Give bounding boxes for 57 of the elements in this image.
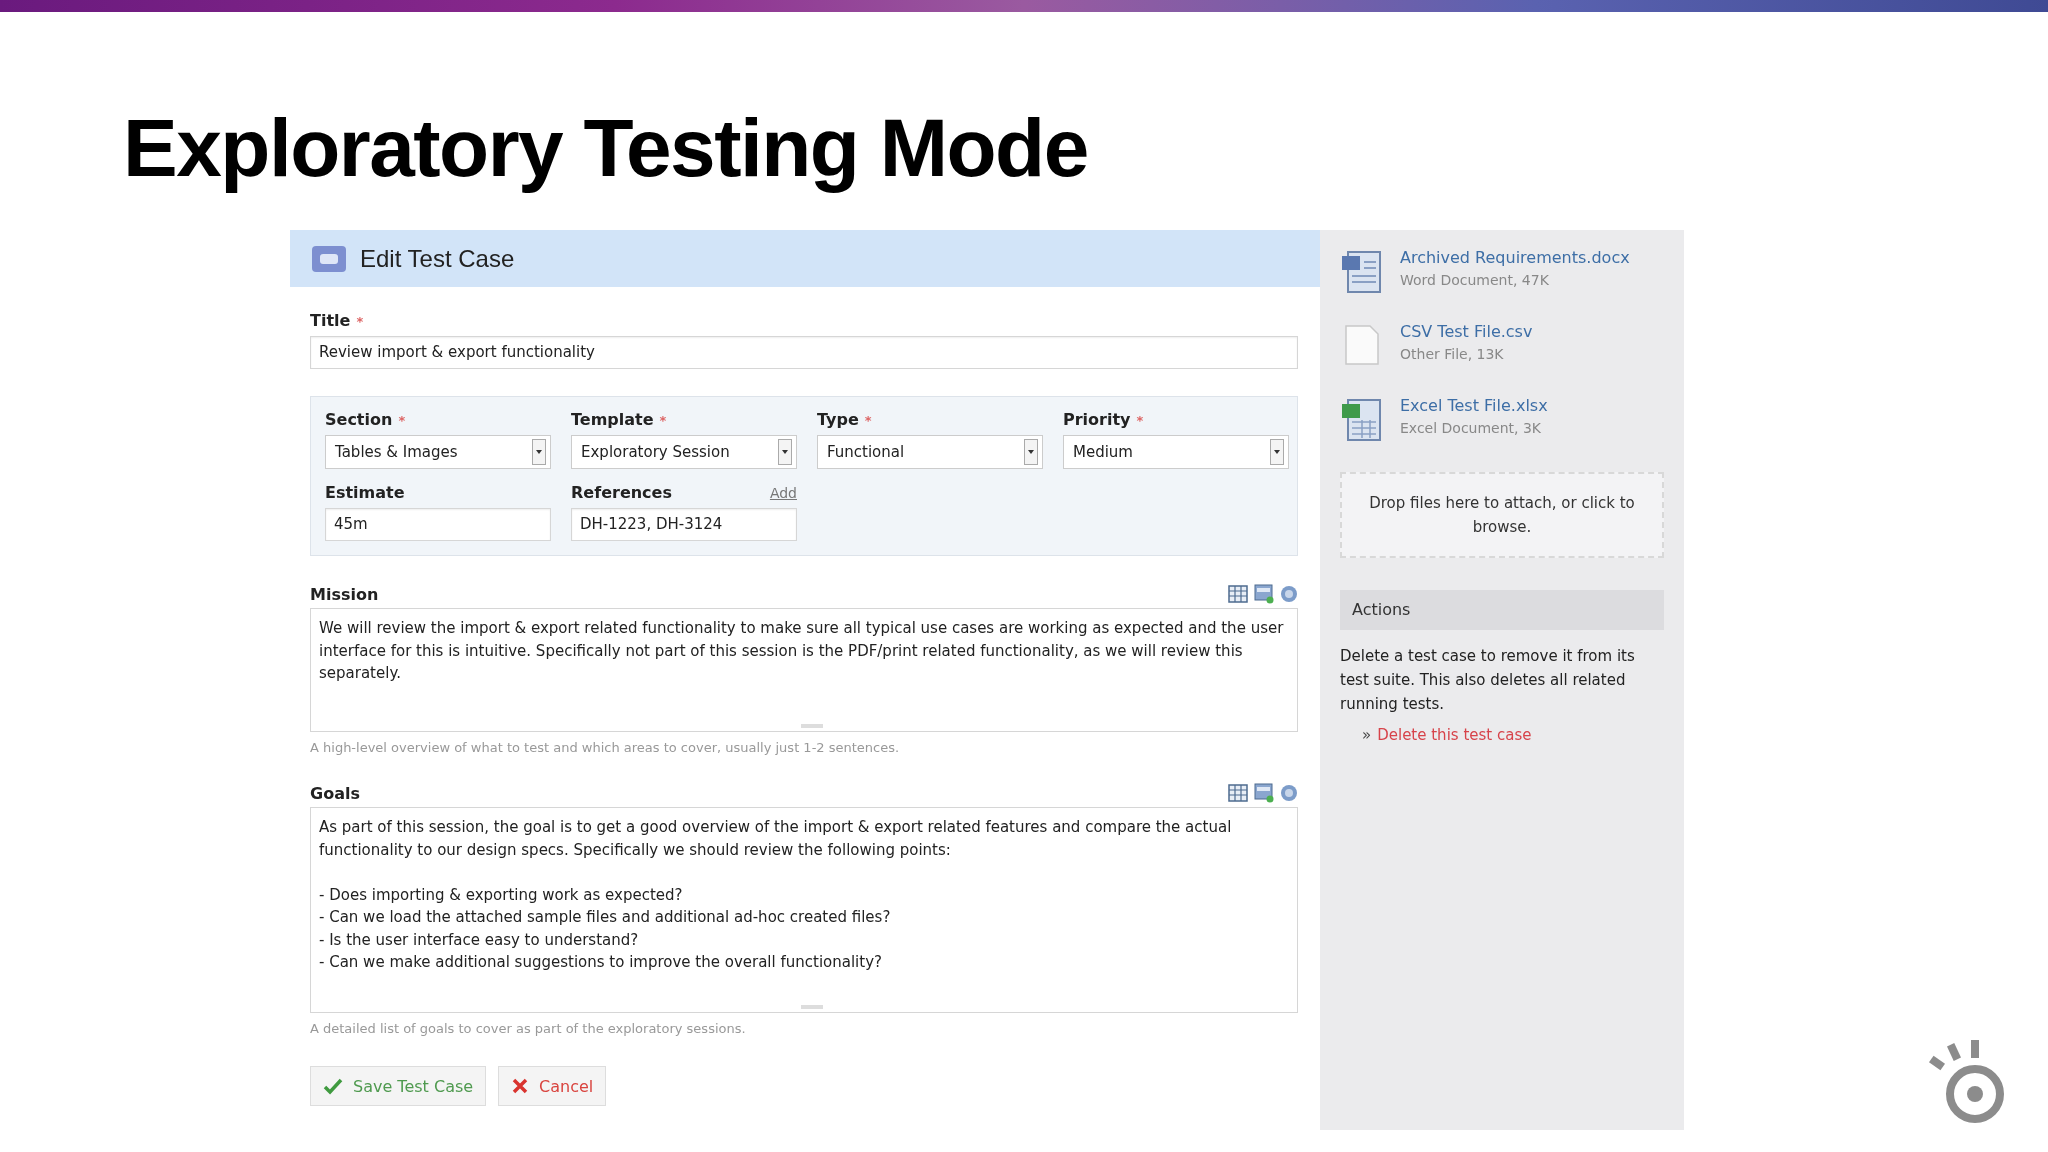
required-mark: *	[398, 413, 406, 428]
required-mark: *	[356, 314, 364, 329]
field-label: Type	[817, 410, 859, 429]
attachment-meta: Word Document, 47K	[1400, 272, 1550, 288]
text-area-content: As part of this session, the goal is to get a good overview of the import & export related features and compare the actual functionality to our design specs. Specifically we should review the following points: - Does importing & exporting work as expected? - Can we load the attached sample files and additional ad-hoc created files? - Is the user interface easy to understand? - Can we make additional suggestions to improve the overall functionality?	[319, 817, 1233, 973]
resize-grip[interactable]	[801, 724, 823, 728]
test-case-icon	[312, 245, 346, 272]
field-label: Mission	[310, 584, 379, 604]
text-area[interactable]	[310, 608, 1298, 732]
title-field[interactable]: Review import & export functionality	[310, 336, 1298, 369]
caret-icon	[1270, 439, 1284, 465]
dropdown[interactable]: Medium	[1063, 435, 1289, 469]
required-mark: *	[659, 413, 667, 428]
field-label: Priority	[1063, 410, 1131, 429]
attachment-meta: Other File, 13K	[1400, 346, 1505, 362]
required-mark: *	[864, 413, 872, 428]
bullet-mark: »	[1362, 726, 1372, 744]
cancel-button[interactable]: Cancel	[498, 1066, 607, 1106]
word-document-icon	[1340, 248, 1384, 294]
table-icon[interactable]	[1228, 784, 1248, 802]
text-field[interactable]: DH-1223, DH-3124	[571, 508, 797, 541]
image-icon[interactable]	[1254, 584, 1274, 604]
hint-text: A detailed list of goals to cover as part of the exploratory sessions.	[310, 1021, 747, 1036]
slide-title: Exploratory Testing Mode	[123, 101, 1089, 195]
caret-icon	[532, 439, 546, 465]
caret-icon	[1024, 439, 1038, 465]
delete-link[interactable]: Delete this test case	[1377, 726, 1532, 744]
table-icon[interactable]	[1228, 585, 1248, 603]
hint-text: A high-level overview of what to test and which areas to cover, usually just 1-2 sentences.	[310, 740, 901, 755]
field-label: Template	[571, 410, 654, 429]
actions-description: Delete a test case to remove it from its test suite. This also deletes all related running tests.	[1340, 646, 1636, 715]
drop-zone[interactable]: Drop files here to attach, or click to browse.	[1340, 472, 1664, 558]
dropdown[interactable]: Exploratory Session	[571, 435, 797, 469]
text-field[interactable]: 45m	[325, 508, 551, 541]
text-area[interactable]	[310, 807, 1298, 1013]
dropdown[interactable]: Functional	[817, 435, 1043, 469]
field-label: Section	[325, 410, 393, 429]
close-icon	[511, 1077, 530, 1095]
attachment-meta: Excel Document, 3K	[1400, 420, 1543, 436]
spreadsheet-icon	[1340, 396, 1384, 442]
attachment-link[interactable]: CSV Test File.csv	[1400, 322, 1533, 341]
field-label: Goals	[310, 783, 360, 803]
attachment-link[interactable]: Archived Requirements.docx	[1400, 248, 1630, 267]
field-label: Title	[310, 311, 351, 330]
text-area-content: We will review the import & export related functionality to make sure all typical use cases are working as expected and the user interface for this is intuitive. Specifically not part of this session is the PDF/print related functionality, as we will review this separately.	[319, 618, 1285, 684]
actions-header: Actions	[1340, 590, 1664, 630]
resize-grip[interactable]	[801, 1005, 823, 1009]
add-link[interactable]: Add	[769, 485, 797, 501]
image-icon[interactable]	[1254, 783, 1274, 803]
attachment-link[interactable]: Excel Test File.xlsx	[1400, 396, 1548, 415]
required-mark: *	[1136, 413, 1144, 428]
field-label: References	[571, 483, 672, 502]
check-icon	[323, 1077, 343, 1095]
dropdown[interactable]: Tables & Images	[325, 435, 551, 469]
caret-icon	[778, 439, 792, 465]
field-label: Estimate	[325, 483, 405, 502]
form-title: Edit Test Case	[360, 244, 515, 273]
